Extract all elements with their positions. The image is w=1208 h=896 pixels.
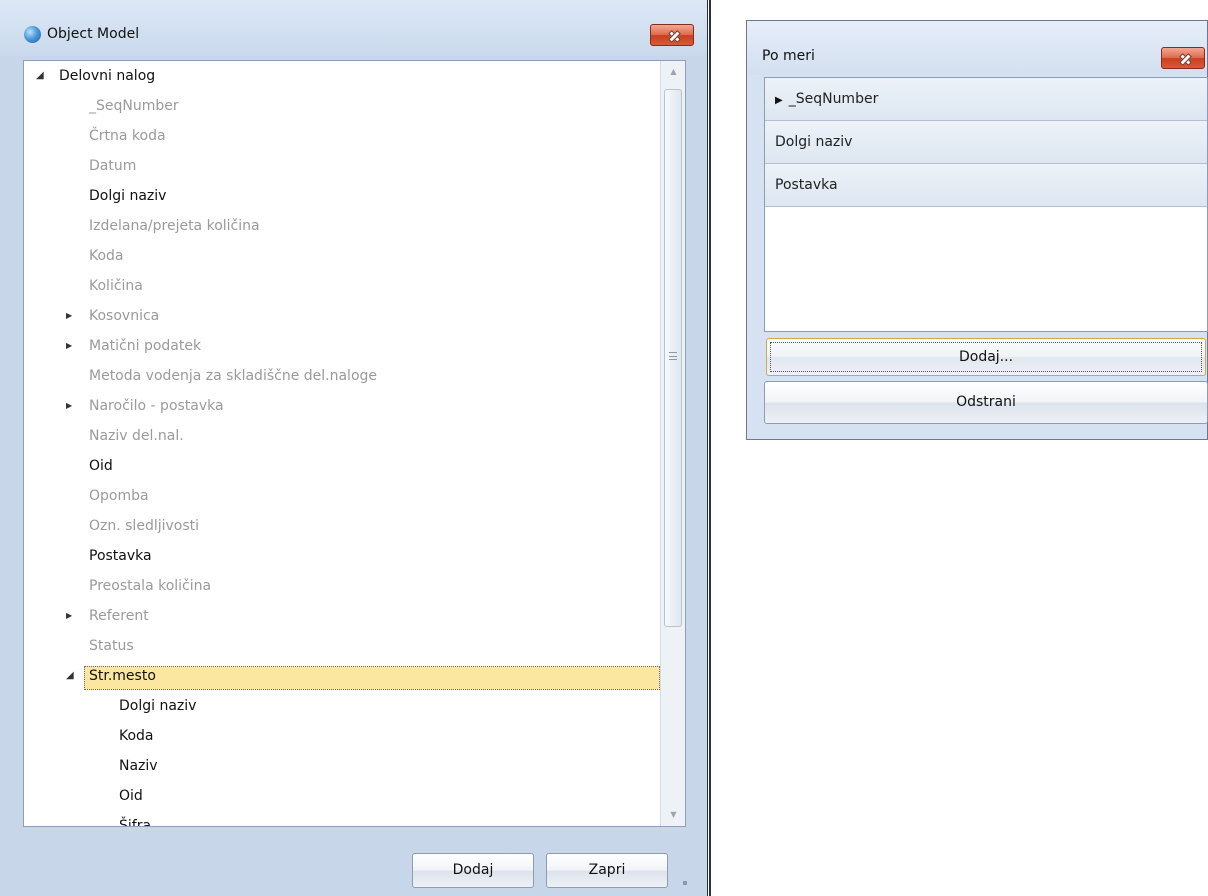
tree-node-label: Ozn. sledljivosti — [89, 518, 200, 534]
tree-node-label: Naročilo - postavka — [89, 398, 224, 414]
tree-node[interactable]: Preostala količina — [24, 571, 660, 601]
list-item-label: Postavka — [775, 177, 838, 193]
add-button[interactable]: Dodaj — [412, 853, 534, 888]
close-button[interactable] — [1161, 47, 1205, 69]
tree-node-label: Str.mesto — [89, 668, 156, 684]
tree-node-label: Količina — [89, 278, 143, 294]
tree-node-label: Preostala količina — [89, 578, 212, 594]
tree-node[interactable]: Koda — [24, 241, 660, 271]
collapse-arrow-icon[interactable]: ◢ — [66, 661, 74, 691]
tree-node-label: Matični podatek — [89, 338, 202, 354]
tree-node[interactable]: ▶ Referent — [24, 601, 660, 631]
object-model-titlebar[interactable]: Object Model — [0, 0, 707, 56]
tree-node-label: Kosovnica — [89, 308, 160, 324]
scroll-down-arrow-icon[interactable]: ▼ — [661, 804, 686, 826]
tree-node[interactable]: ▶ Matični podatek — [24, 331, 660, 361]
app-icon — [24, 26, 41, 43]
list-item[interactable]: Dolgi naziv — [765, 121, 1207, 164]
window-title: Object Model — [47, 26, 140, 42]
tree-node-label: Izdelana/prejeta količina — [89, 218, 260, 234]
tree-node[interactable]: Oid — [24, 781, 660, 811]
tree-node-label: Črtna koda — [89, 128, 166, 144]
tree-node[interactable]: Ozn. sledljivosti — [24, 511, 660, 541]
tree-node[interactable]: Status — [24, 631, 660, 661]
tree-node-label: Metoda vodenja za skladiščne del.naloge — [89, 368, 378, 384]
tree-node[interactable]: Opomba — [24, 481, 660, 511]
expand-arrow-icon[interactable]: ▶ — [66, 331, 72, 361]
tree-node[interactable]: Črtna koda — [24, 121, 660, 151]
tree-node-label: Status — [89, 638, 134, 654]
close-button[interactable] — [650, 24, 694, 46]
tree-node-label: Naziv — [119, 758, 158, 774]
tree-node-label: Oid — [119, 788, 143, 804]
list-item-label: _SeqNumber — [788, 91, 879, 107]
list-item[interactable]: ▶ _SeqNumber — [765, 78, 1207, 121]
tree-node-label: Postavka — [89, 548, 152, 564]
object-tree: ◢ Delovni nalog _SeqNumber Črtna koda Datum D… — [24, 61, 660, 826]
expand-arrow-icon[interactable]: ▶ — [66, 391, 72, 421]
tree-node[interactable]: Količina — [24, 271, 660, 301]
scroll-grip-icon — [669, 352, 677, 360]
close-dialog-button[interactable]: Zapri — [546, 853, 668, 888]
tree-node[interactable]: Oid — [24, 451, 660, 481]
close-x-icon — [1162, 48, 1204, 68]
tree-node-label: Datum — [89, 158, 137, 174]
tree-node-selected[interactable]: ◢ Str.mesto — [24, 661, 660, 691]
tree-node-label: Referent — [89, 608, 149, 624]
window-divider — [709, 0, 711, 896]
tree-node-label: Dolgi naziv — [89, 188, 167, 204]
tree-node[interactable]: Koda — [24, 721, 660, 751]
close-x-icon — [651, 25, 693, 45]
focus-ring — [770, 342, 1202, 372]
tree-node[interactable]: Metoda vodenja za skladiščne del.naloge — [24, 361, 660, 391]
selected-fields-list: ▶ _SeqNumber Dolgi naziv Postavka — [764, 77, 1208, 332]
object-model-window: Object Model ◢ Delovni nalog _SeqNumber Črt… — [0, 0, 708, 896]
tree-node[interactable]: Naziv del.nal. — [24, 421, 660, 451]
tree-node[interactable]: ◢ Delovni nalog — [24, 61, 660, 91]
po-meri-titlebar[interactable]: Po meri — [747, 21, 1207, 75]
tree-node[interactable]: Naziv — [24, 751, 660, 781]
selection-highlight — [84, 666, 660, 690]
scroll-thumb[interactable] — [664, 89, 682, 627]
tree-node-label: _SeqNumber — [89, 98, 179, 114]
tree-node[interactable]: Postavka — [24, 541, 660, 571]
tree-node[interactable]: Izdelana/prejeta količina — [24, 211, 660, 241]
tree-node[interactable]: ▶ Kosovnica — [24, 301, 660, 331]
tree-panel: ◢ Delovni nalog _SeqNumber Črtna koda Datum D… — [23, 60, 686, 827]
tree-node-label: Opomba — [89, 488, 149, 504]
po-meri-window: Po meri ▶ _SeqNumber Dolgi naziv Postavka… — [746, 20, 1208, 440]
tree-node[interactable]: Šifra — [24, 811, 660, 826]
window-title: Po meri — [762, 48, 815, 64]
collapse-arrow-icon[interactable]: ◢ — [36, 61, 44, 91]
tree-node[interactable]: Dolgi naziv — [24, 181, 660, 211]
tree-node[interactable]: Datum — [24, 151, 660, 181]
tree-node-label: Koda — [89, 248, 124, 264]
add-field-button[interactable]: Dodaj... — [766, 338, 1206, 376]
scroll-up-arrow-icon[interactable]: ▲ — [661, 61, 686, 83]
list-item-label: Dolgi naziv — [775, 134, 853, 150]
tree-node-label: Koda — [119, 728, 154, 744]
tree-node-label: Naziv del.nal. — [89, 428, 184, 444]
expand-arrow-icon[interactable]: ▶ — [66, 601, 72, 631]
expand-arrow-icon[interactable]: ▶ — [66, 301, 72, 331]
vertical-scrollbar[interactable]: ▲ ▼ — [660, 61, 685, 826]
list-item[interactable]: Postavka — [765, 164, 1207, 207]
tree-node-label: Oid — [89, 458, 113, 474]
tree-node-label: Šifra — [119, 818, 152, 826]
resize-grip-icon[interactable] — [683, 881, 687, 885]
tree-node[interactable]: _SeqNumber — [24, 91, 660, 121]
tree-node[interactable]: Dolgi naziv — [24, 691, 660, 721]
remove-field-button[interactable]: Odstrani — [764, 381, 1208, 424]
expand-arrow-icon[interactable]: ▶ — [775, 79, 783, 122]
tree-node-label: Delovni nalog — [59, 68, 156, 84]
tree-node[interactable]: ▶ Naročilo - postavka — [24, 391, 660, 421]
tree-node-label: Dolgi naziv — [119, 698, 197, 714]
